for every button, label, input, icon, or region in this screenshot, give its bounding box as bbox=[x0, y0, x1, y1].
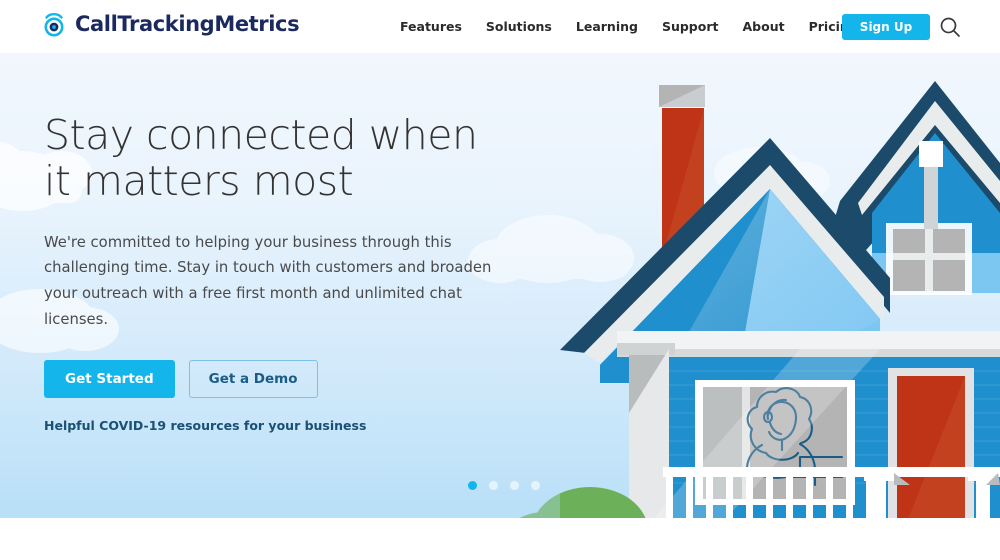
nav-item-features[interactable]: Features bbox=[388, 19, 474, 34]
logo[interactable]: CallTrackingMetrics bbox=[40, 10, 300, 38]
search-icon[interactable] bbox=[938, 15, 962, 39]
carousel-dot-3[interactable] bbox=[510, 481, 519, 490]
nav-item-about[interactable]: About bbox=[730, 19, 796, 34]
get-a-demo-button[interactable]: Get a Demo bbox=[188, 360, 318, 399]
below-hero-white-strip bbox=[0, 518, 1000, 560]
hero-subcopy: We're committed to helping your business… bbox=[44, 233, 492, 328]
red-front-door bbox=[888, 368, 974, 518]
carousel-dots bbox=[468, 481, 540, 490]
page-title: Stay connected when it matters most bbox=[44, 111, 478, 205]
carousel-dot-2[interactable] bbox=[489, 481, 498, 490]
sign-up-button[interactable]: Sign Up bbox=[842, 14, 930, 40]
carousel-dot-1[interactable] bbox=[468, 481, 477, 490]
cta-row: Get Started Get a Demo bbox=[44, 360, 514, 399]
hero-section: Stay connected when it matters most We'r… bbox=[0, 53, 1000, 518]
covid-resources-link[interactable]: Helpful COVID-19 resources for your busi… bbox=[44, 418, 366, 433]
get-started-button[interactable]: Get Started bbox=[44, 360, 175, 399]
calltrackingmetrics-target-icon bbox=[40, 10, 68, 38]
nav-item-support[interactable]: Support bbox=[650, 19, 731, 34]
carousel-dot-4[interactable] bbox=[531, 481, 540, 490]
nav-item-learning[interactable]: Learning bbox=[564, 19, 650, 34]
logo-text: CallTrackingMetrics bbox=[75, 12, 300, 36]
hero-copy: Stay connected when it matters most We'r… bbox=[44, 111, 514, 435]
nav-item-solutions[interactable]: Solutions bbox=[474, 19, 564, 34]
site-header: CallTrackingMetrics Features Solutions L… bbox=[0, 0, 1000, 53]
